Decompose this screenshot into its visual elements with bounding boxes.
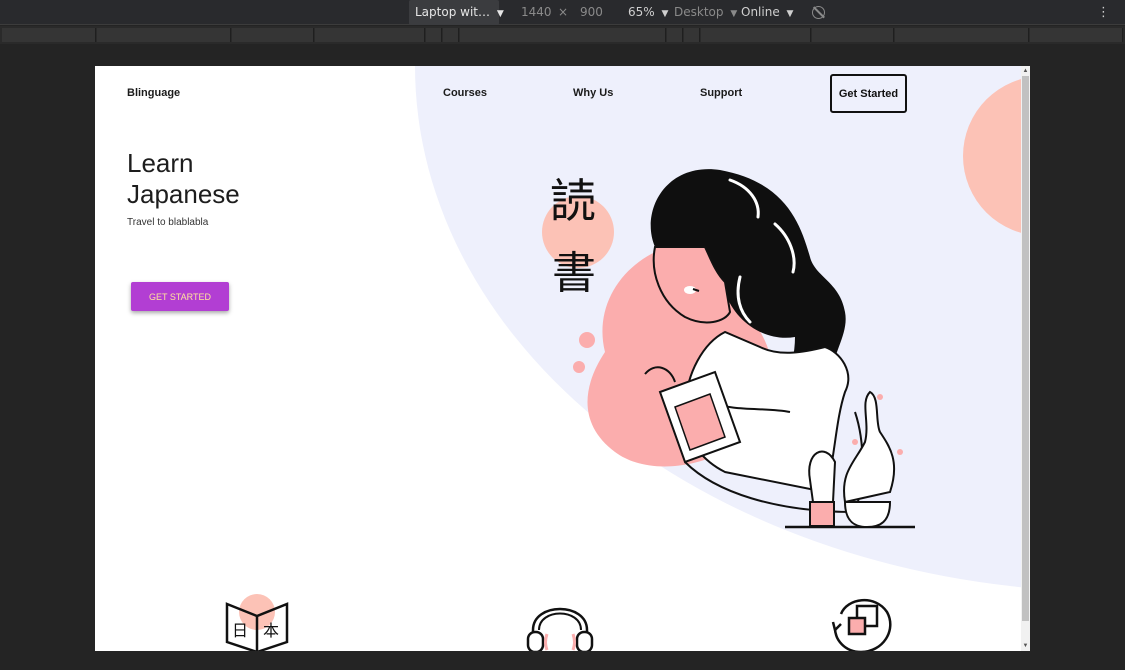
scroll-up-arrow-icon[interactable]: ▲: [1022, 67, 1029, 75]
page-scrollbar[interactable]: ▲ ▼: [1021, 66, 1030, 651]
book-glyph-left: 日: [232, 621, 248, 640]
ruler-segment[interactable]: [812, 28, 894, 42]
kebab-menu-icon[interactable]: ⋮: [1097, 0, 1110, 25]
nav-link-courses[interactable]: Courses: [443, 87, 487, 99]
ruler-segment[interactable]: [2, 28, 96, 42]
mode-label: Desktop: [674, 5, 724, 19]
rotate-icon[interactable]: [812, 6, 825, 19]
ruler-segment[interactable]: [426, 28, 442, 42]
chevron-down-icon: ▼: [786, 9, 794, 19]
zoom-select[interactable]: 65% ▼: [628, 0, 668, 25]
book-icon: 日 本: [225, 594, 289, 651]
ruler-segment[interactable]: [684, 28, 700, 42]
mode-select[interactable]: Desktop ▼: [674, 0, 737, 25]
nav-link-support[interactable]: Support: [700, 87, 742, 99]
kanji-read: 読: [550, 174, 596, 228]
hero-title-line: Learn: [127, 148, 194, 178]
hero-get-started-button[interactable]: GET STARTED: [131, 282, 229, 311]
network-select[interactable]: Online ▼: [741, 0, 793, 25]
ruler-segment[interactable]: [667, 28, 683, 42]
ruler-segment[interactable]: [1030, 28, 1123, 42]
media-query-ruler[interactable]: [0, 26, 1125, 44]
hero-title-line: Japanese: [127, 179, 240, 209]
reading-girl-illustration: 読 書: [542, 169, 915, 529]
pink-dot: [573, 361, 585, 373]
devtools-toolbar: Laptop wit… ▼ 1440 × 900 65% ▼ Desktop ▼…: [0, 0, 1125, 25]
chevron-down-icon: ▼: [661, 9, 669, 19]
ruler-segment[interactable]: [315, 28, 425, 42]
ruler-segment[interactable]: [97, 28, 231, 42]
viewport-height[interactable]: 900: [580, 0, 603, 25]
refresh-squares-icon: [831, 598, 892, 651]
chevron-down-icon: ▼: [496, 9, 504, 19]
device-label: Laptop wit…: [415, 5, 490, 19]
viewport-width[interactable]: 1440: [521, 0, 552, 25]
ruler-segment[interactable]: [701, 28, 811, 42]
hero-subtitle: Travel to blablabla: [127, 217, 209, 228]
headphones-icon: [526, 607, 594, 651]
scroll-down-arrow-icon[interactable]: ▼: [1022, 642, 1029, 650]
zoom-label: 65%: [628, 5, 655, 19]
book-glyph-right: 本: [263, 621, 279, 640]
scrollbar-thumb[interactable]: [1022, 76, 1029, 621]
ruler-segment[interactable]: [443, 28, 459, 42]
pink-dot: [579, 332, 595, 348]
dimension-separator: ×: [558, 5, 569, 19]
page-viewport: Blinguage Courses Why Us Support Get Sta…: [95, 66, 1030, 651]
get-started-nav-button[interactable]: Get Started: [830, 74, 907, 113]
kanji-write: 書: [552, 248, 596, 299]
ruler-segment[interactable]: [460, 28, 666, 42]
device-select[interactable]: Laptop wit… ▼: [409, 0, 504, 25]
hero-title: Learn Japanese: [127, 148, 240, 210]
brand-logo[interactable]: Blinguage: [127, 87, 180, 99]
ruler-segment[interactable]: [895, 28, 1029, 42]
network-label: Online: [741, 5, 780, 19]
ruler-segment[interactable]: [232, 28, 314, 42]
chevron-down-icon: ▼: [730, 9, 738, 19]
nav-link-why-us[interactable]: Why Us: [573, 87, 613, 99]
